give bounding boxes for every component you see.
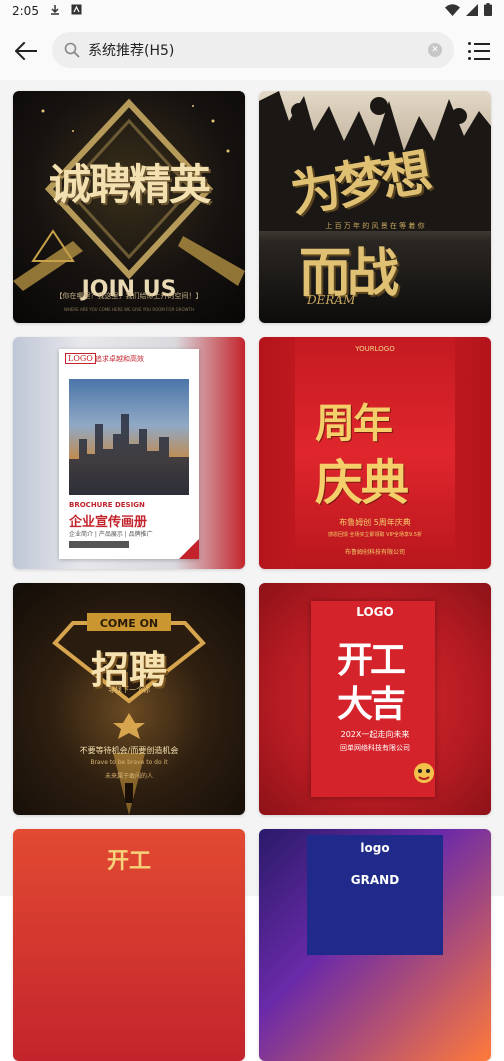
search-query: 系统推荐(H5): [88, 43, 175, 59]
cell-signal-icon: [466, 3, 478, 19]
template-card[interactable]: 诚聘精英 JOIN US 【你在哪里？我这里，我们给你上升的空间！】 WHERE…: [13, 91, 245, 323]
app-notification-icon: [71, 4, 82, 18]
poster-line-1: 不要等待机会/而要创造机会: [79, 746, 179, 755]
template-card[interactable]: 为梦想 上 百 万 年 的 风 景 在 等 着 你 而战 DERAM: [259, 91, 491, 323]
poster-line-1: 布鲁姆创 5周年庆典: [339, 518, 411, 527]
poster-line-2: 回单网络科技有限公司: [340, 744, 410, 752]
status-time: 2:05: [12, 4, 39, 18]
clear-search-button[interactable]: ✕: [428, 43, 442, 57]
status-bar: 2:05: [0, 0, 504, 22]
brochure-label: BROCHURE DESIGN: [69, 501, 145, 509]
template-card[interactable]: LOGO 开工 大吉 202X一起走向未来 回单网络科技有限公司: [259, 583, 491, 815]
poster-title: 周年: [315, 400, 393, 447]
poster-line-2: 感恩回馈 全场买立即领取 VIP全场享9.5折: [327, 532, 423, 538]
poster-logo: LOGO: [356, 605, 394, 619]
download-icon: [49, 4, 61, 19]
poster-title: 开工: [106, 848, 151, 874]
brochure-sheet: LOGO 追求卓越和高效 BROCHURE DESIGN 企业宣传画册 企业简介…: [59, 349, 199, 559]
poster-latin: DERAM: [307, 293, 356, 307]
skyline-decoration: [69, 414, 189, 495]
poster-line-2: Brave to be brave to do it: [90, 759, 168, 766]
poster-footer: WHERE ARE YOU COME HERE WE GIVE YOU ROOM…: [63, 307, 195, 312]
city-photo: [69, 379, 189, 495]
arrow-left-icon: [15, 42, 37, 60]
back-button[interactable]: [0, 22, 52, 80]
poster-line-3: 未来属于敢闯的人: [104, 773, 153, 780]
poster-tagline: 【你在哪里？我这里，我们给你上升的空间！】: [55, 292, 203, 300]
poster-title-2: 庆典: [315, 455, 409, 511]
poster-banner: COME ON: [99, 617, 159, 630]
list-menu-button[interactable]: [468, 38, 492, 64]
poster-subtitle: 寻找下一个你: [108, 686, 150, 694]
poster-line-3: 布鲁姆创科技有限公司: [344, 549, 405, 556]
template-card[interactable]: LOGO 追求卓越和高效 BROCHURE DESIGN 企业宣传画册 企业简介…: [13, 337, 245, 569]
template-card[interactable]: YOURLOGO 周年 庆典 布鲁姆创 5周年庆典 感恩回馈 全场买立即领取 V…: [259, 337, 491, 569]
brochure-logo: LOGO: [65, 353, 96, 364]
search-input[interactable]: 系统推荐(H5) ✕: [52, 32, 454, 68]
brochure-title: 企业宣传画册: [69, 515, 148, 530]
battery-icon: [484, 3, 492, 19]
template-card[interactable]: 开工: [13, 829, 245, 1061]
poster-title: GRAND: [350, 873, 400, 887]
template-card[interactable]: logo GRAND: [259, 829, 491, 1061]
brochure-tagline: 追求卓越和高效: [95, 355, 144, 363]
poster-subtitle: 上 百 万 年 的 风 景 在 等 着 你: [325, 222, 425, 230]
poster-logo: YOURLOGO: [355, 345, 395, 353]
search-toolbar: 系统推荐(H5) ✕: [0, 22, 504, 80]
brochure-subtitle: 企业简介 | 产品展示 | 品牌推广: [69, 531, 153, 538]
lion-mascot-icon: [414, 763, 434, 783]
poster-title-2: 大吉: [337, 683, 406, 725]
template-grid: 诚聘精英 JOIN US 【你在哪里？我这里，我们给你上升的空间！】 WHERE…: [0, 80, 504, 1061]
poster-line-1: 202X一起走向未来: [340, 730, 410, 739]
poster-title: 诚聘精英: [48, 160, 211, 209]
wifi-icon: [445, 3, 460, 19]
poster-logo: logo: [360, 841, 390, 855]
template-card[interactable]: COME ON 招聘 寻找下一个你 不要等待机会/而要创造机会 Brave to…: [13, 583, 245, 815]
brochure-corner: [179, 539, 199, 559]
search-icon: [64, 42, 80, 58]
close-icon: ✕: [431, 44, 439, 55]
brochure-bar: [69, 541, 129, 548]
